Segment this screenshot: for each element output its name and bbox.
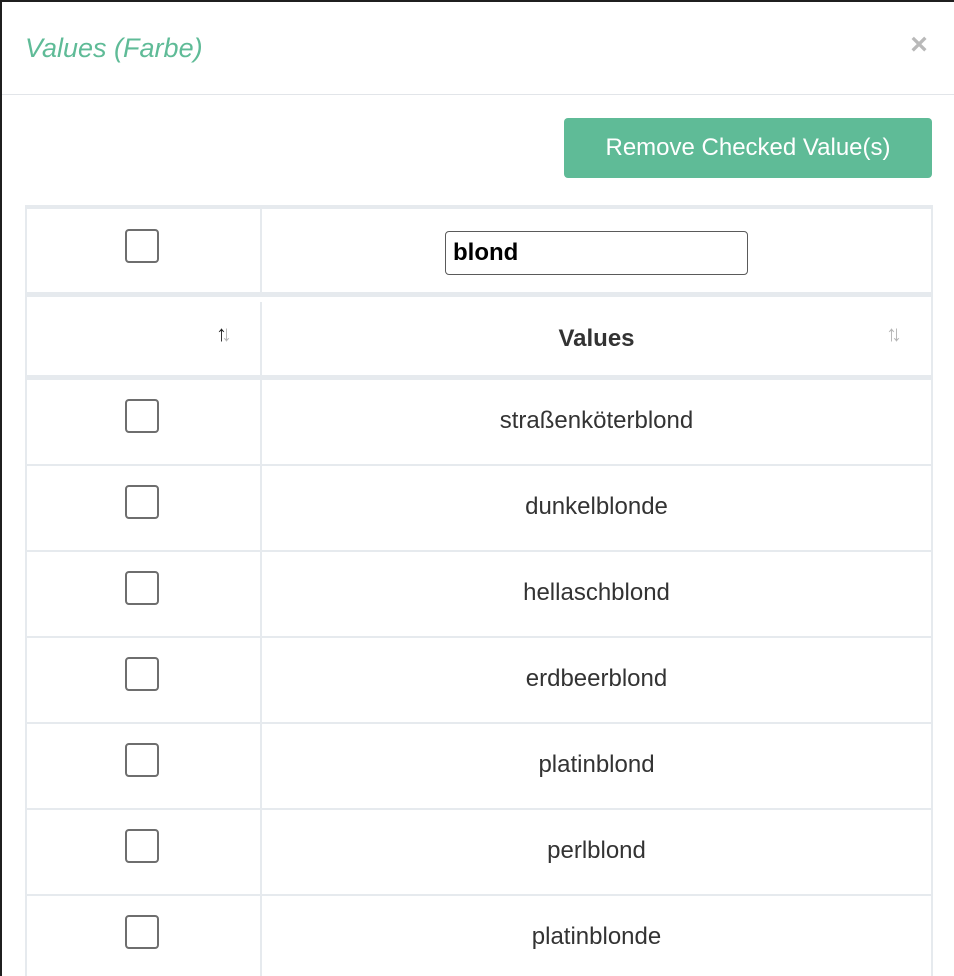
values-grid: ↑↓ Values ↑↓ straßenköterblond dunkelblo… <box>25 205 933 976</box>
row-checkbox[interactable] <box>125 743 159 777</box>
select-all-checkbox[interactable] <box>125 229 159 263</box>
row-value-text: perlblond <box>547 837 646 864</box>
value-filter-input[interactable] <box>445 231 748 275</box>
table-row: perlblond <box>27 810 931 896</box>
row-value-cell: platinblond <box>262 724 931 808</box>
table-row: dunkelblonde <box>27 466 931 552</box>
row-value-text: platinblond <box>538 751 655 778</box>
row-check-cell <box>27 380 262 464</box>
sort-icon[interactable]: ↑↓ <box>216 323 232 345</box>
row-checkbox[interactable] <box>125 657 159 691</box>
header-row: ↑↓ Values ↑↓ <box>27 302 931 380</box>
row-checkbox[interactable] <box>125 915 159 949</box>
header-value-cell[interactable]: Values ↑↓ <box>262 302 931 375</box>
row-check-cell <box>27 724 262 808</box>
modal-title: Values (Farbe) <box>25 33 203 63</box>
row-checkbox[interactable] <box>125 829 159 863</box>
values-column-header: Values <box>558 325 635 352</box>
close-icon: × <box>910 28 928 61</box>
row-value-cell: perlblond <box>262 810 931 894</box>
table-row: platinblond <box>27 724 931 810</box>
close-button[interactable]: × <box>906 30 932 60</box>
row-value-text: erdbeerblond <box>525 665 668 692</box>
row-value-text: hellaschblond <box>523 579 670 606</box>
row-checkbox[interactable] <box>125 485 159 519</box>
table-row: hellaschblond <box>27 552 931 638</box>
filter-row <box>27 209 931 297</box>
filter-value-cell <box>262 209 931 292</box>
row-value-text: dunkelblonde <box>525 493 668 520</box>
row-check-cell <box>27 638 262 722</box>
row-value-cell: platinblonde <box>262 896 931 976</box>
row-check-cell <box>27 810 262 894</box>
sort-icon[interactable]: ↑↓ <box>886 323 902 345</box>
filter-check-cell <box>27 209 262 292</box>
row-value-cell: erdbeerblond <box>262 638 931 722</box>
row-value-text: platinblonde <box>531 923 662 950</box>
row-value-text: straßenköterblond <box>499 407 694 434</box>
row-check-cell <box>27 552 262 636</box>
values-modal: Values (Farbe) × Remove Checked Value(s)… <box>0 0 954 976</box>
modal-header: Values (Farbe) × <box>2 2 954 95</box>
remove-checked-values-button[interactable]: Remove Checked Value(s) <box>564 118 932 178</box>
header-check-cell[interactable]: ↑↓ <box>27 302 262 375</box>
row-checkbox[interactable] <box>125 571 159 605</box>
table-row: straßenköterblond <box>27 380 931 466</box>
row-value-cell: dunkelblonde <box>262 466 931 550</box>
row-checkbox[interactable] <box>125 399 159 433</box>
row-value-cell: hellaschblond <box>262 552 931 636</box>
row-value-cell: straßenköterblond <box>262 380 931 464</box>
table-row: erdbeerblond <box>27 638 931 724</box>
table-row: platinblonde <box>27 896 931 976</box>
row-check-cell <box>27 896 262 976</box>
row-check-cell <box>27 466 262 550</box>
